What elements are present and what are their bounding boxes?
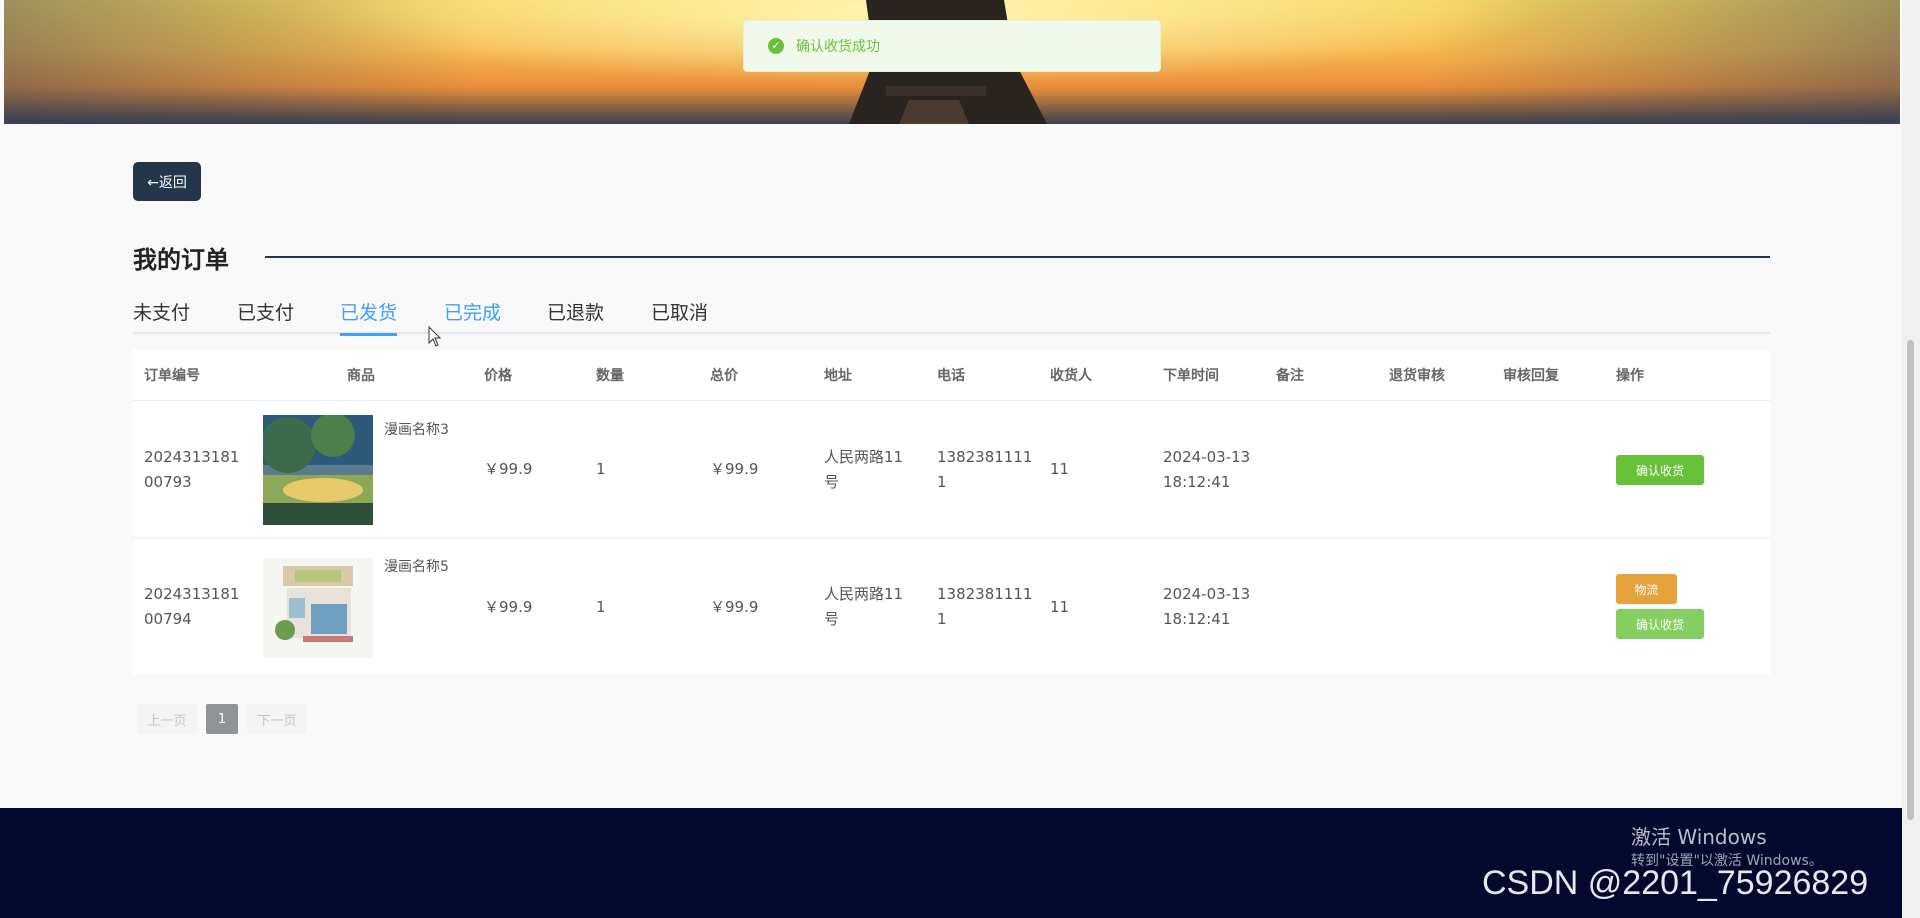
next-page-button[interactable]: 下一页 [247,704,307,734]
col-header-qty: 数量 [596,368,624,384]
col-header-order-no: 订单编号 [144,368,200,384]
product-name: 漫画名称5 [384,559,449,575]
page-title: 我的订单 [133,246,229,274]
confirm-receipt-button[interactable]: 确认收货 [1616,609,1704,639]
page-number-button[interactable]: 1 [206,704,238,734]
phone-cell: 1382381111 1 [937,448,1033,491]
order-no-cell: 2024313181 00794 [144,585,240,628]
address-cell: 人民两路11 号 [824,448,904,491]
product-thumbnail[interactable] [263,558,373,668]
order-no-cell: 2024313181 00793 [144,448,240,491]
tab-refunded[interactable]: 已退款 [547,298,604,334]
check-circle-icon: ✓ [768,38,784,54]
col-header-phone: 电话 [937,368,965,384]
logistics-button[interactable]: 物流 [1616,574,1677,604]
mouse-cursor-icon [428,326,442,347]
product-name: 漫画名称3 [384,422,449,438]
phone-cell: 1382381111 1 [937,585,1033,628]
product-thumbnail[interactable] [263,415,373,525]
col-header-total: 总价 [710,368,738,384]
tab-completed[interactable]: 已完成 [444,298,501,334]
order-time-cell: 2024-03-13 18:12:41 [1163,585,1251,628]
confirm-receipt-button[interactable]: 确认收货 [1616,455,1704,485]
csdn-watermark: CSDN @2201_75926829 [1482,864,1869,902]
back-button[interactable]: ←返回 [133,162,201,201]
receiver-cell: 11 [1050,598,1070,616]
address-cell: 人民两路11 号 [824,585,904,628]
col-header-review-reply: 审核回复 [1503,368,1559,384]
col-header-order-time: 下单时间 [1163,368,1219,384]
success-toast: ✓ 确认收货成功 [743,20,1161,72]
row-divider [133,537,1770,538]
order-time-cell: 2024-03-13 18:12:41 [1163,448,1251,491]
total-cell: ￥99.9 [710,598,759,616]
scrollbar-thumb[interactable] [1907,340,1914,820]
col-header-return-review: 退货审核 [1389,368,1445,384]
page-scrollbar[interactable] [1902,0,1920,918]
tab-shipped[interactable]: 已发货 [340,298,398,336]
price-cell: ￥99.9 [484,460,533,478]
windows-activation-title: 激活 Windows [1631,825,1767,849]
toast-message: 确认收货成功 [796,39,880,55]
total-cell: ￥99.9 [710,460,759,478]
col-header-goods: 商品 [347,368,375,384]
tab-cancelled[interactable]: 已取消 [651,298,708,334]
col-header-actions: 操作 [1616,368,1644,384]
qty-cell: 1 [596,598,606,616]
tab-paid[interactable]: 已支付 [237,298,294,334]
table-header-divider [133,400,1770,401]
price-cell: ￥99.9 [484,598,533,616]
col-header-remark: 备注 [1276,368,1304,384]
col-header-address: 地址 [824,368,852,384]
col-header-price: 价格 [484,368,512,384]
prev-page-button[interactable]: 上一页 [137,704,197,734]
col-header-receiver: 收货人 [1050,368,1092,384]
order-status-tabs: 未支付 已支付 已发货 已完成 已退款 已取消 [133,298,1770,336]
qty-cell: 1 [596,460,606,478]
tab-unpaid[interactable]: 未支付 [133,298,190,334]
receiver-cell: 11 [1050,460,1070,478]
title-divider [265,256,1770,258]
